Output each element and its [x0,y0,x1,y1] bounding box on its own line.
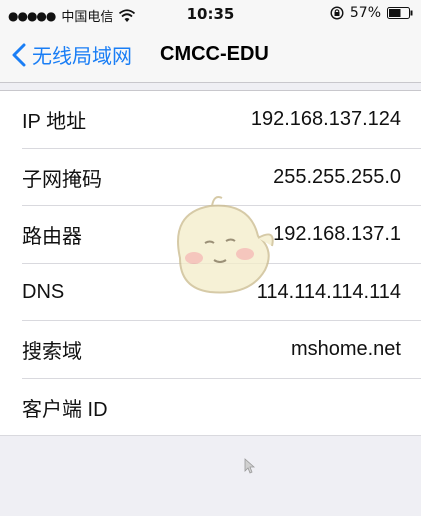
router-row: 路由器 192.168.137.1 [0,206,421,264]
row-label: 路由器 [22,226,82,249]
status-bar: ●●●●● 中国电信 10:35 57% [0,0,421,28]
client-id-row[interactable]: 客户端 ID [0,379,421,437]
rotation-lock-icon [330,6,344,20]
row-value[interactable]: 114.114.114.114 [257,281,401,304]
battery-icon [387,7,413,19]
dns-row[interactable]: DNS 114.114.114.114 [0,264,421,322]
background-area [0,436,421,516]
row-value: 255.255.255.0 [273,165,401,188]
row-value: 192.168.137.1 [273,223,401,246]
row-label: IP 地址 [22,111,87,134]
chevron-left-icon [12,43,26,66]
row-label: 客户端 ID [22,398,108,421]
phone-screen: ●●●●● 中国电信 10:35 57% 无线局域网 CMCC-EDU IP 地… [0,0,421,516]
search-domain-row[interactable]: 搜索域 mshome.net [0,321,421,379]
row-label: DNS [22,280,65,303]
page-title: CMCC-EDU [160,43,269,65]
row-value[interactable]: mshome.net [291,338,401,361]
row-label: 子网掩码 [22,168,102,191]
row-value: 192.168.137.124 [250,108,401,131]
subnet-mask-row: 子网掩码 255.255.255.0 [0,149,421,207]
ip-address-row: IP 地址 192.168.137.124 [0,91,421,149]
battery-percent: 57% [349,5,381,21]
cursor-icon [244,458,256,474]
back-button[interactable]: 无线局域网 [12,40,132,69]
network-details-list: IP 地址 192.168.137.124 子网掩码 255.255.255.0… [0,90,421,436]
row-label: 搜索域 [22,341,82,364]
status-right: 57% [330,5,413,21]
navigation-bar: 无线局域网 CMCC-EDU [0,28,421,83]
back-button-label: 无线局域网 [32,44,132,68]
